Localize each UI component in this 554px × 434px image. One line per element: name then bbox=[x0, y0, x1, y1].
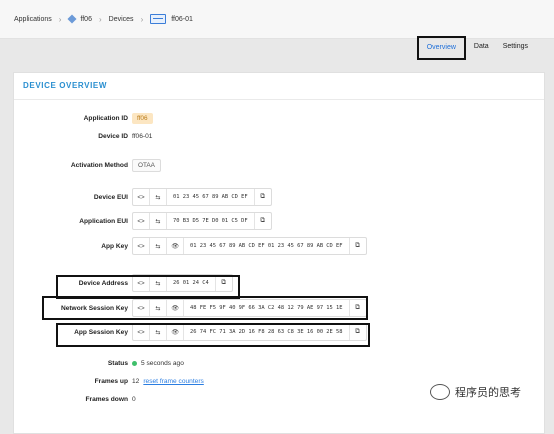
device-eui-value: 01 23 45 67 89 AB CD EF bbox=[173, 194, 248, 200]
application-eui-field: <> ⇆ 70 B3 D5 7E D0 01 C5 DF ⧉ bbox=[132, 212, 272, 230]
status-label: Status bbox=[107, 359, 128, 367]
copy-icon[interactable]: ⧉ bbox=[253, 213, 271, 229]
row-device-id: Device ID ff06-01 bbox=[14, 128, 152, 144]
swap-byte-order-icon[interactable]: ⇆ bbox=[150, 213, 167, 229]
swap-byte-order-icon[interactable]: ⇆ bbox=[150, 189, 167, 205]
device-icon bbox=[150, 14, 167, 24]
tab-data[interactable]: Data bbox=[468, 36, 495, 58]
activation-chip: OTAA bbox=[132, 158, 161, 172]
copy-icon[interactable]: ⧉ bbox=[348, 238, 366, 254]
frames-down-label: Frames down bbox=[85, 395, 128, 403]
row-application-id: Application ID ff06 bbox=[14, 110, 153, 126]
frames-down-value: 0 bbox=[132, 395, 136, 403]
toggle-format-icon[interactable]: <> bbox=[133, 238, 150, 254]
status-dot-icon bbox=[132, 360, 137, 366]
application-id-badge[interactable]: ff06 bbox=[132, 112, 153, 124]
activation-label: Activation Method bbox=[70, 161, 128, 169]
wechat-icon bbox=[430, 384, 450, 400]
breadcrumb-app[interactable]: ff06 bbox=[80, 16, 92, 23]
breadcrumb-applications[interactable]: Applications bbox=[14, 16, 52, 23]
card-title: DEVICE OVERVIEW bbox=[14, 73, 544, 100]
toggle-format-icon[interactable]: <> bbox=[133, 213, 150, 229]
toggle-format-icon[interactable]: <> bbox=[133, 189, 150, 205]
network-session-key-highlight bbox=[42, 296, 368, 320]
device-id-value: ff06-01 bbox=[132, 132, 153, 140]
breadcrumb-devices[interactable]: Devices bbox=[109, 16, 134, 23]
tab-overview[interactable]: Overview bbox=[416, 36, 466, 60]
frames-up-value: 12 bbox=[132, 377, 140, 385]
row-frames-up: Frames up 12 reset frame counters bbox=[14, 373, 204, 389]
eye-icon[interactable]: 👁 bbox=[167, 238, 184, 254]
copy-icon[interactable]: ⧉ bbox=[253, 189, 271, 205]
frames-up-label: Frames up bbox=[94, 377, 128, 385]
app-key-label: App Key bbox=[101, 242, 128, 250]
device-overview-card: DEVICE OVERVIEW Application ID ff06 Devi… bbox=[13, 72, 545, 434]
app-key-field: <> ⇆ 👁 01 23 45 67 89 AB CD EF 01 23 45 … bbox=[132, 237, 367, 255]
breadcrumb: Applications › ff06 › Devices › ff06-01 bbox=[14, 13, 193, 25]
application-eui-value: 70 B3 D5 7E D0 01 C5 DF bbox=[173, 218, 248, 224]
device-eui-field: <> ⇆ 01 23 45 67 89 AB CD EF ⧉ bbox=[132, 188, 272, 206]
chevron-right-icon: › bbox=[98, 14, 102, 24]
tab-settings[interactable]: Settings bbox=[497, 36, 534, 58]
breadcrumb-device: ff06-01 bbox=[171, 15, 193, 23]
row-status: Status 5 seconds ago bbox=[14, 355, 184, 371]
watermark: 程序员的思考 bbox=[430, 384, 521, 400]
app-session-key-highlight bbox=[56, 323, 370, 347]
chevron-right-icon: › bbox=[140, 14, 144, 24]
device-id-label: Device ID bbox=[98, 132, 128, 140]
swap-byte-order-icon[interactable]: ⇆ bbox=[150, 238, 167, 254]
reset-frame-counters-link[interactable]: reset frame counters bbox=[143, 378, 203, 385]
device-eui-label: Device EUI bbox=[93, 193, 128, 201]
top-bar: Applications › ff06 › Devices › ff06-01 bbox=[0, 0, 554, 39]
application-id-label: Application ID bbox=[83, 114, 128, 122]
app-key-value: 01 23 45 67 89 AB CD EF 01 23 45 67 89 A… bbox=[190, 243, 343, 249]
row-device-eui: Device EUI <> ⇆ 01 23 45 67 89 AB CD EF … bbox=[14, 188, 272, 206]
row-activation: Activation Method OTAA bbox=[14, 157, 161, 173]
row-app-key: App Key <> ⇆ 👁 01 23 45 67 89 AB CD EF 0… bbox=[14, 237, 367, 255]
row-frames-down: Frames down 0 bbox=[14, 391, 136, 407]
status-value: 5 seconds ago bbox=[141, 359, 184, 367]
application-icon bbox=[67, 14, 77, 24]
row-application-eui: Application EUI <> ⇆ 70 B3 D5 7E D0 01 C… bbox=[14, 212, 272, 230]
watermark-text: 程序员的思考 bbox=[455, 387, 521, 399]
tabs: Overview Data Settings bbox=[415, 36, 534, 60]
chevron-right-icon: › bbox=[58, 14, 62, 24]
application-eui-label: Application EUI bbox=[79, 217, 128, 225]
